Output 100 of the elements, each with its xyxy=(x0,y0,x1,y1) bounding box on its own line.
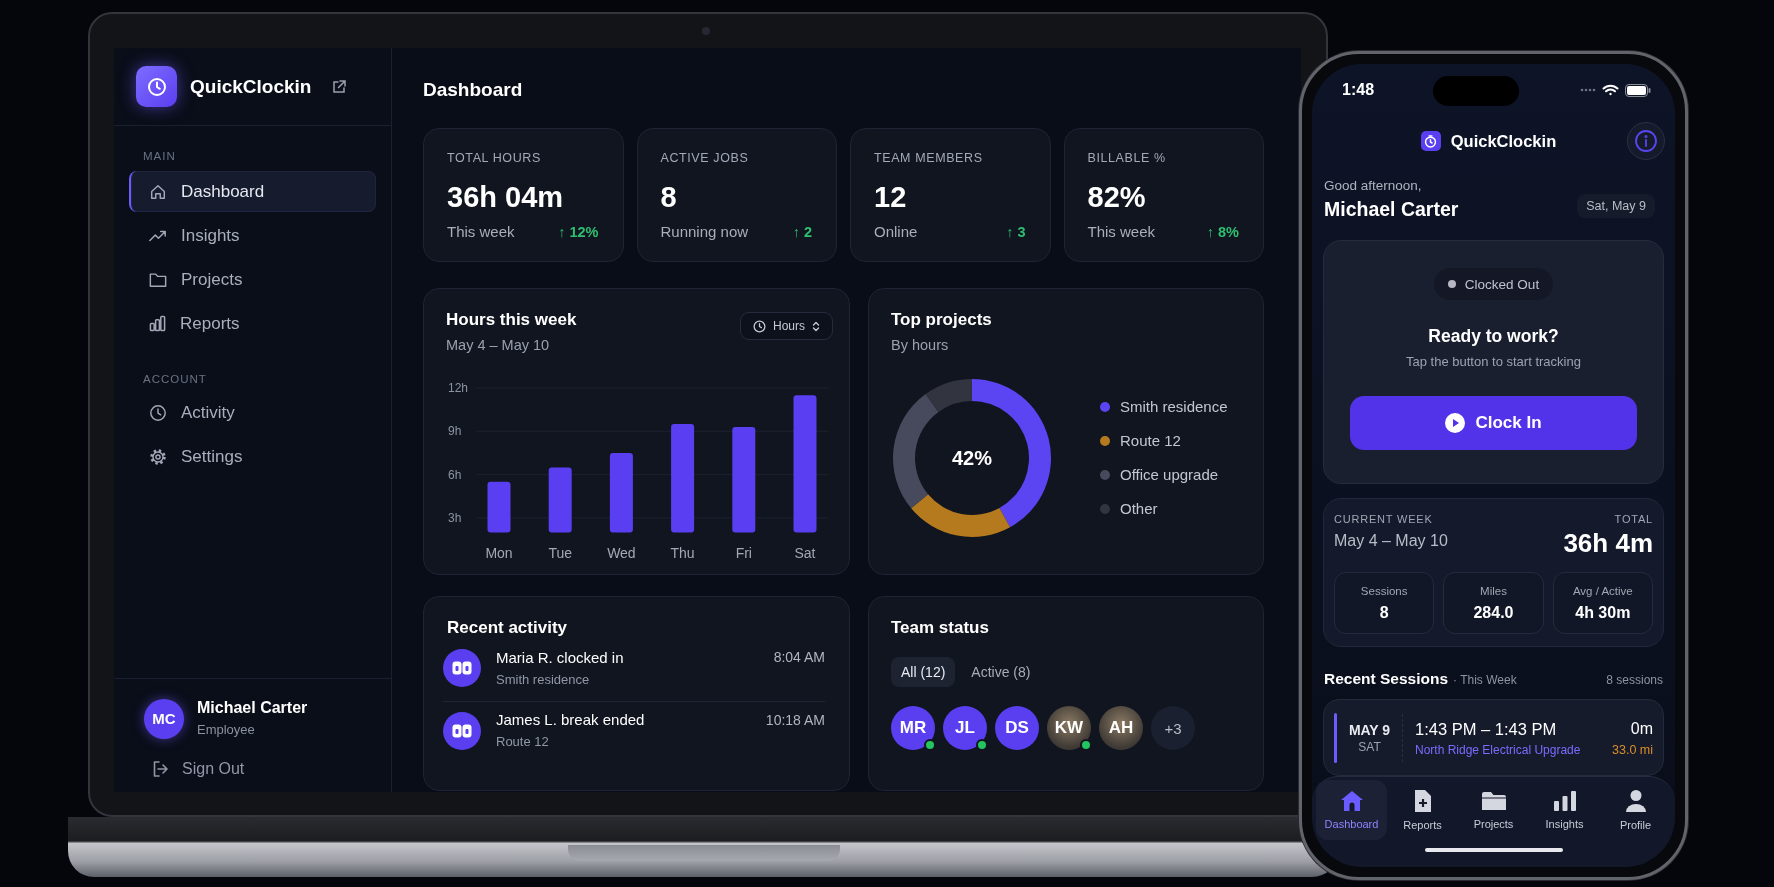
stat-value: 8 xyxy=(1379,602,1389,623)
center-label: 42% xyxy=(952,446,992,470)
tab-item[interactable]: Reports xyxy=(1387,780,1458,840)
nav-item[interactable]: Activity xyxy=(129,392,376,433)
sign-out-link[interactable]: Sign Out xyxy=(152,760,245,778)
y-axis-label: 6h xyxy=(448,467,462,482)
nav-item[interactable]: Reports xyxy=(129,303,376,344)
panel-title: Recent activity xyxy=(446,617,567,639)
session-weekday: SAT xyxy=(1357,738,1382,755)
trend-line-icon xyxy=(149,228,167,243)
more-members-count: +3 xyxy=(1151,706,1195,750)
session-duration: 0m xyxy=(1629,718,1653,739)
card-hint: Tap the button to start tracking xyxy=(1406,353,1581,371)
stat-trend: ↑ 12% xyxy=(558,223,599,240)
x-axis-label: Thu xyxy=(670,545,695,561)
status-time: 1:48 xyxy=(1342,81,1375,99)
accent-bar xyxy=(1334,712,1337,763)
status-text: Clocked Out xyxy=(1464,276,1540,292)
folder-icon xyxy=(1480,790,1507,812)
nav-item[interactable]: Insights xyxy=(129,215,376,256)
x-axis-label: Wed xyxy=(607,545,636,561)
legend-label: Other xyxy=(1120,499,1158,519)
legend-label: Route 12 xyxy=(1120,431,1181,451)
panel-title: Hours this week xyxy=(446,309,577,331)
unit-select[interactable]: Hours xyxy=(740,312,833,340)
nav-item[interactable]: Settings xyxy=(129,436,376,477)
section-subtitle: · This Week xyxy=(1453,672,1517,689)
brand-name: QuickClockin xyxy=(190,75,312,98)
online-dot xyxy=(924,739,936,751)
home-icon xyxy=(149,182,167,201)
filter-tab[interactable]: All (12) xyxy=(891,657,956,687)
clock-icon xyxy=(753,319,766,333)
stat-caption: This week xyxy=(447,223,515,240)
tab-item[interactable]: Insights xyxy=(1529,780,1600,840)
bar-chart-icon xyxy=(149,315,166,332)
stat-value: 12 xyxy=(874,180,908,215)
total-label: TOTAL xyxy=(1613,512,1653,526)
session-count: 8 sessions xyxy=(1606,672,1663,689)
x-axis-label: Mon xyxy=(485,545,513,561)
x-axis-label: Fri xyxy=(735,545,752,561)
y-axis-label: 9h xyxy=(448,424,462,439)
logo-icon xyxy=(136,66,177,107)
stat-caption: Online xyxy=(874,223,918,240)
stat-caption: This week xyxy=(1087,223,1156,240)
section-label: ACCOUNT xyxy=(142,373,208,386)
session-project: North Ridge Electrical Upgrade xyxy=(1415,741,1582,758)
tab-item[interactable]: Projects xyxy=(1458,780,1529,840)
activity-subtitle: Smith residence xyxy=(496,670,591,689)
stat-value: 36h 04m xyxy=(447,180,565,215)
y-axis-label: 3h xyxy=(448,510,462,525)
external-link-icon[interactable] xyxy=(332,79,347,94)
tab-item[interactable]: Dashboard xyxy=(1316,780,1387,840)
chevron-icon xyxy=(812,320,820,332)
panel-title: Top projects xyxy=(891,309,992,331)
signal-icon xyxy=(1580,88,1596,92)
week-label: CURRENT WEEK xyxy=(1334,512,1434,526)
avatar-initials: KW xyxy=(1054,718,1084,738)
panel-title: Team status xyxy=(891,617,989,639)
stat-trend: ↑ 2 xyxy=(792,223,812,240)
y-axis-label: 12h xyxy=(448,381,469,395)
online-dot xyxy=(976,739,988,751)
tab-item[interactable]: Profile xyxy=(1600,780,1671,840)
nav-item[interactable]: Projects xyxy=(129,259,376,300)
battery-icon xyxy=(1625,83,1651,97)
panel-subtitle: By hours xyxy=(891,336,949,355)
session-time-range: 1:43 PM – 1:43 PM xyxy=(1415,718,1558,740)
status-dot xyxy=(1447,280,1456,288)
filter-tab[interactable]: Active (8) xyxy=(961,657,1041,687)
stat-label: Avg / Active xyxy=(1572,583,1633,599)
legend-label: Smith residence xyxy=(1120,397,1228,417)
stat-label: BILLABLE % xyxy=(1087,151,1167,166)
card-heading: Ready to work? xyxy=(1428,325,1559,348)
legend-label: Office upgrade xyxy=(1120,465,1219,485)
stat-label: Sessions xyxy=(1360,583,1408,599)
session-distance: 33.0 mi xyxy=(1612,741,1653,758)
folder-icon xyxy=(149,271,167,288)
info-icon xyxy=(1634,129,1658,153)
avatar-initials: JL xyxy=(955,718,975,738)
bar-chart-icon xyxy=(1552,790,1577,812)
week-range: May 4 – May 10 xyxy=(1334,531,1448,551)
logo-icon xyxy=(1420,131,1441,151)
user-avatar: MC xyxy=(144,698,184,739)
clock-in-button[interactable]: Clock In xyxy=(1350,396,1637,450)
activity-avatar-icon xyxy=(443,711,481,750)
session-card[interactable]: MAY 9 SAT 1:43 PM – 1:43 PM North Ridge Electrical Upgrade 0m 33.0 mi xyxy=(1323,699,1664,776)
activity-time: 8:04 AM xyxy=(773,649,825,665)
document-plus-icon xyxy=(1412,789,1433,813)
stat-value: 4h 30m xyxy=(1575,602,1631,623)
online-dot xyxy=(1080,739,1092,751)
info-button[interactable] xyxy=(1627,122,1665,160)
brand-name: QuickClockin xyxy=(1450,131,1557,151)
avatar-initials: AH xyxy=(1108,718,1134,738)
total-value: 36h 4m xyxy=(1563,528,1653,558)
x-axis-label: Sat xyxy=(794,545,816,561)
stat-caption: Running now xyxy=(660,223,749,240)
home-icon xyxy=(1339,790,1364,812)
sign-out-icon xyxy=(152,760,170,778)
greeting-text: Good afternoon, xyxy=(1324,177,1423,195)
activity-subtitle: Route 12 xyxy=(496,733,550,751)
nav-item[interactable]: Dashboard xyxy=(129,171,376,212)
